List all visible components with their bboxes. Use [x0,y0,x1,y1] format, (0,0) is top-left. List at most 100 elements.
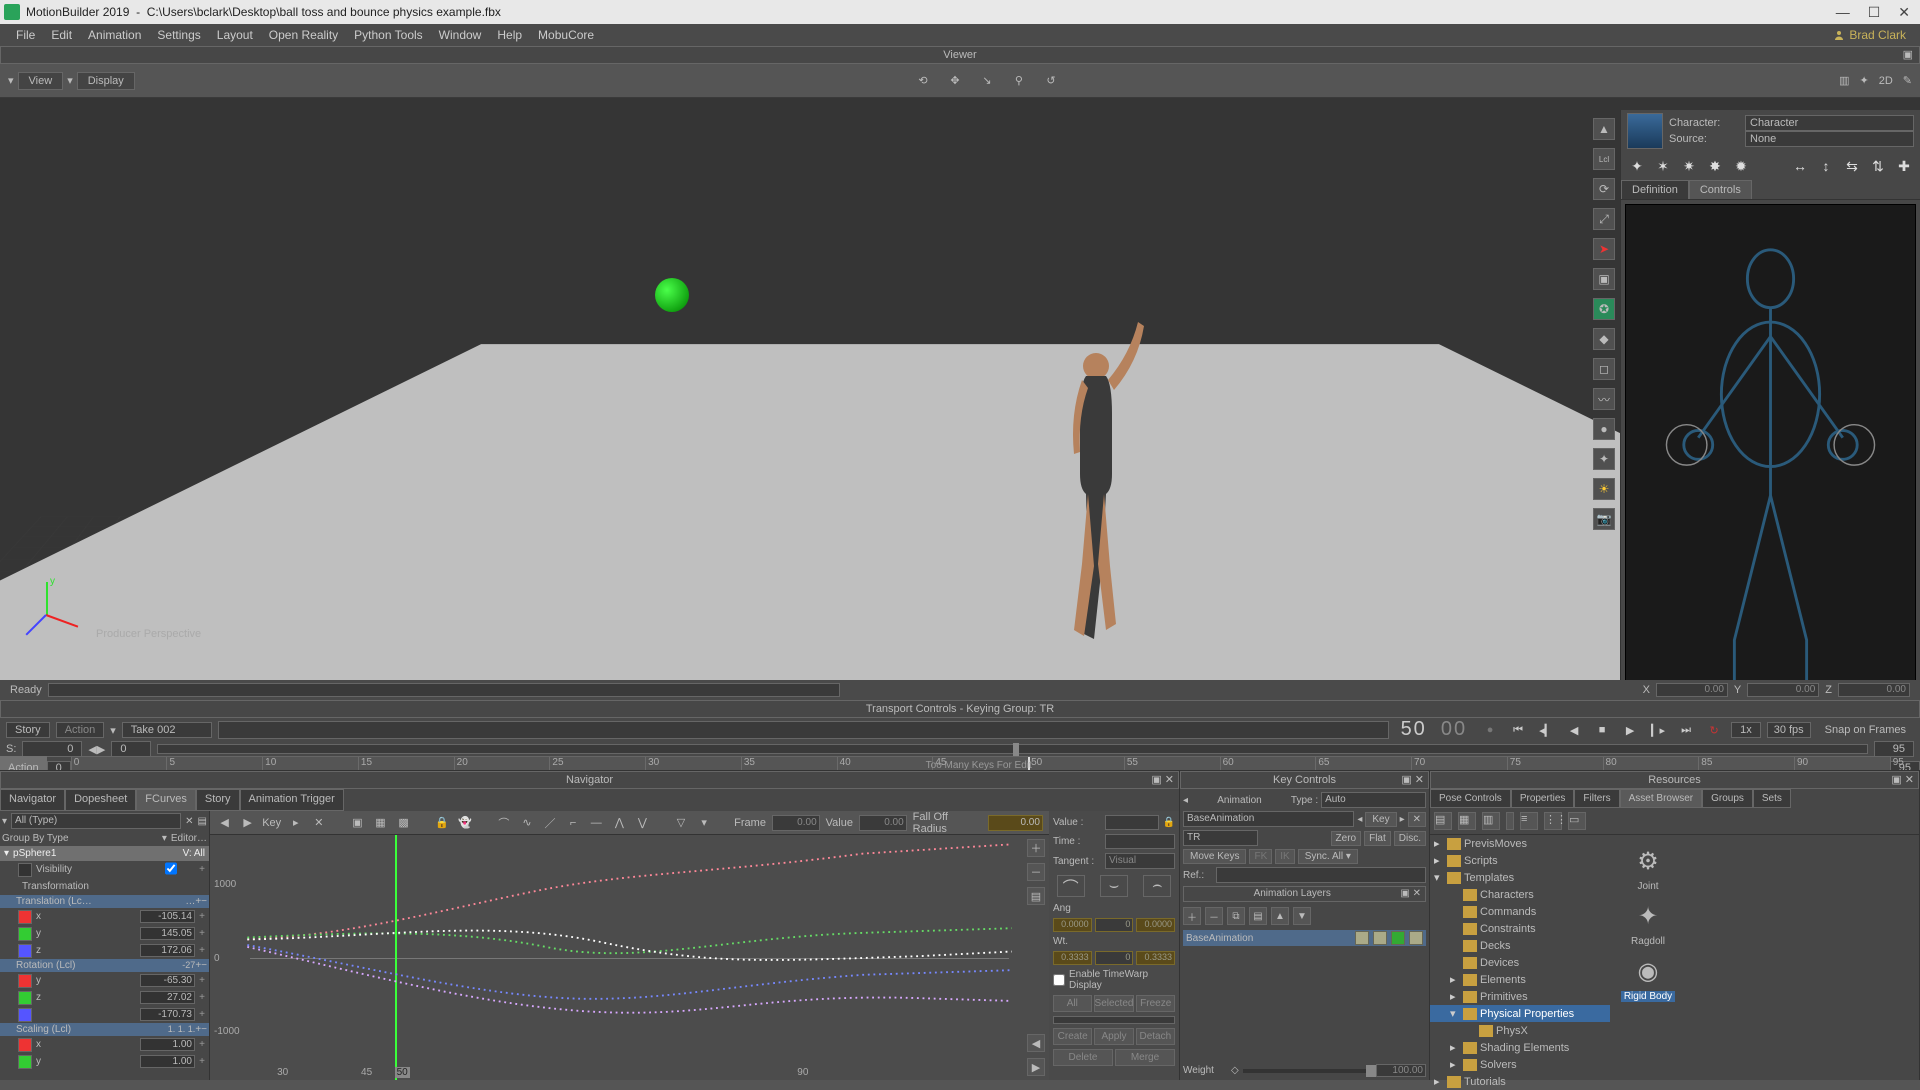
node-name[interactable]: pSphere1 [9,848,183,859]
menu-animation[interactable]: Animation [80,25,149,45]
asset-tree-node[interactable]: ▾Physical Properties [1430,1005,1610,1022]
res-tab-pose-controls[interactable]: Pose Controls [1430,789,1511,808]
menu-layout[interactable]: Layout [209,25,261,45]
orbit-icon[interactable]: ⟲ [913,71,933,91]
char-ic-5[interactable]: ✹ [1731,156,1751,176]
lock-icon[interactable]: 🔒 [434,814,451,832]
tz-value[interactable]: 172.06 [140,944,195,957]
anim-arrow-icon[interactable]: ◂ [1183,795,1188,806]
navigator-close-icon[interactable]: ▣ ✕ [1151,772,1174,788]
layer-down-icon[interactable]: ▼ [1293,907,1311,925]
ty-value[interactable]: 145.05 [140,927,195,940]
char-ic-3[interactable]: ✷ [1679,156,1699,176]
action-drop[interactable]: Action [56,722,105,738]
stop-button[interactable]: ■ [1591,720,1613,740]
kv-time-field[interactable] [1105,834,1175,849]
frame-sel-icon[interactable]: ▩ [395,814,412,832]
tan-break-icon[interactable]: ⋀ [611,814,628,832]
tan-auto-button[interactable]: ⌢ [1143,875,1171,897]
editor-arrow-icon[interactable]: ▾ [162,833,167,844]
maximize-button[interactable]: ☐ [1868,4,1881,21]
range-slider[interactable] [157,744,1868,754]
nav-tab-navigator[interactable]: Navigator [0,789,65,811]
asset-tree-node[interactable]: PhysX [1430,1022,1610,1039]
flat-button[interactable]: Flat [1364,831,1391,846]
asset-tree-node[interactable]: Devices [1430,954,1610,971]
select-tool-icon[interactable]: ▲ [1593,118,1615,140]
type-drop[interactable]: Auto [1321,792,1426,808]
tan-free-button[interactable]: ⌣ [1100,875,1128,897]
kv-value-lock-icon[interactable]: 🔒 [1163,817,1175,828]
scaling-header[interactable]: Scaling (Lcl) [16,1024,168,1035]
isolate-icon[interactable]: ▣ [349,814,366,832]
tan-auto-icon[interactable]: ⌒ [495,814,512,832]
res-tool-2[interactable]: ▦ [1458,812,1476,830]
asset-tree-node[interactable]: ▸Shading Elements [1430,1039,1610,1056]
character-mesh[interactable] [1030,304,1150,654]
nav-tab-animation-trigger[interactable]: Animation Trigger [240,789,344,811]
transform-tool-icon[interactable]: ➤ [1593,238,1615,260]
filter-icon[interactable]: ▽ [672,814,689,832]
nav-tab-fcurves[interactable]: FCurves [136,789,196,811]
asset-tree-node[interactable]: Constraints [1430,920,1610,937]
rz-swatch[interactable] [18,991,32,1005]
weight-key-icon[interactable]: ◇ [1231,1065,1239,1076]
ang-b[interactable]: 0 [1095,918,1134,932]
disc-button[interactable]: Disc. [1394,831,1426,846]
res-tab-properties[interactable]: Properties [1511,789,1575,808]
rx-swatch[interactable] [18,974,32,988]
wt-a[interactable]: 0.3333 [1053,951,1092,965]
del-key-icon[interactable]: ✕ [310,814,327,832]
play-back-button[interactable]: ◀ [1563,720,1585,740]
nav-tab-dopesheet[interactable]: Dopesheet [65,789,136,811]
layer-solo-icon[interactable] [1373,931,1387,945]
char-ic-4[interactable]: ✸ [1705,156,1725,176]
frame-all-icon[interactable]: ▦ [372,814,389,832]
snap-label[interactable]: Snap on Frames [1817,724,1914,736]
sx-swatch[interactable] [18,1038,32,1052]
res-tab-filters[interactable]: Filters [1574,789,1619,808]
asset-tree-node[interactable]: ▸Scripts [1430,852,1610,869]
transform-label[interactable]: Transformation [18,881,209,892]
nav-tab-story[interactable]: Story [196,789,240,811]
apply-button[interactable]: Apply [1094,1028,1133,1045]
layer-drop[interactable]: BaseAnimation [1183,811,1354,827]
asset-tree-node[interactable]: ▸Tutorials [1430,1073,1610,1090]
char-ic-10[interactable]: ✚ [1894,156,1914,176]
menu-edit[interactable]: Edit [43,25,80,45]
frame-tool-icon[interactable]: ▣ [1593,268,1615,290]
asset-tree-node[interactable]: ▾Templates [1430,869,1610,886]
play-back-icon[interactable]: ◀ [216,814,233,832]
asset-tree-node[interactable]: Characters [1430,886,1610,903]
editor-drop[interactable]: Editor… [171,833,207,844]
delete-button[interactable]: Delete [1053,1049,1113,1066]
falloff-field[interactable]: 0.00 [988,815,1043,831]
merge-button[interactable]: Merge [1115,1049,1175,1066]
sx-value[interactable]: 1.00 [140,1038,195,1051]
char-ic-2[interactable]: ✶ [1653,156,1673,176]
r4-value[interactable]: -170.73 [140,1008,195,1021]
source-select[interactable]: None [1745,131,1914,147]
res-tool-3[interactable]: ▥ [1482,812,1500,830]
key-del-icon[interactable]: ✕ [1408,812,1426,827]
fc-ic-1[interactable]: ＋ [1027,839,1045,857]
rz-label[interactable]: z [32,992,140,1003]
display-mode-icon[interactable]: ▥ [1839,74,1849,87]
range-end[interactable]: 95 [1874,741,1914,757]
ry-label[interactable]: y [32,975,140,986]
res-tab-asset-browser[interactable]: Asset Browser [1620,789,1702,808]
ref-drop[interactable] [1216,867,1426,883]
groupby-label[interactable]: Group By Type [2,833,69,844]
layer-lock-icon[interactable] [1391,931,1405,945]
resources-close-icon[interactable]: ▣ ✕ [1891,772,1914,788]
asset-tree-node[interactable]: ▸PrevisMoves [1430,835,1610,852]
ry-value[interactable]: -65.30 [140,974,195,987]
dolly-icon[interactable]: ↘ [977,71,997,91]
vis-checkbox[interactable] [165,862,177,875]
asset-tree-node[interactable]: ▸Solvers [1430,1056,1610,1073]
menu-window[interactable]: Window [431,25,490,45]
asset-item[interactable]: ◉Rigid Body [1616,951,1680,1002]
scale-tool-icon[interactable]: ⤢ [1593,208,1615,230]
res-tool-1[interactable]: ▤ [1434,812,1452,830]
asset-item[interactable]: ✦Ragdoll [1616,896,1680,947]
